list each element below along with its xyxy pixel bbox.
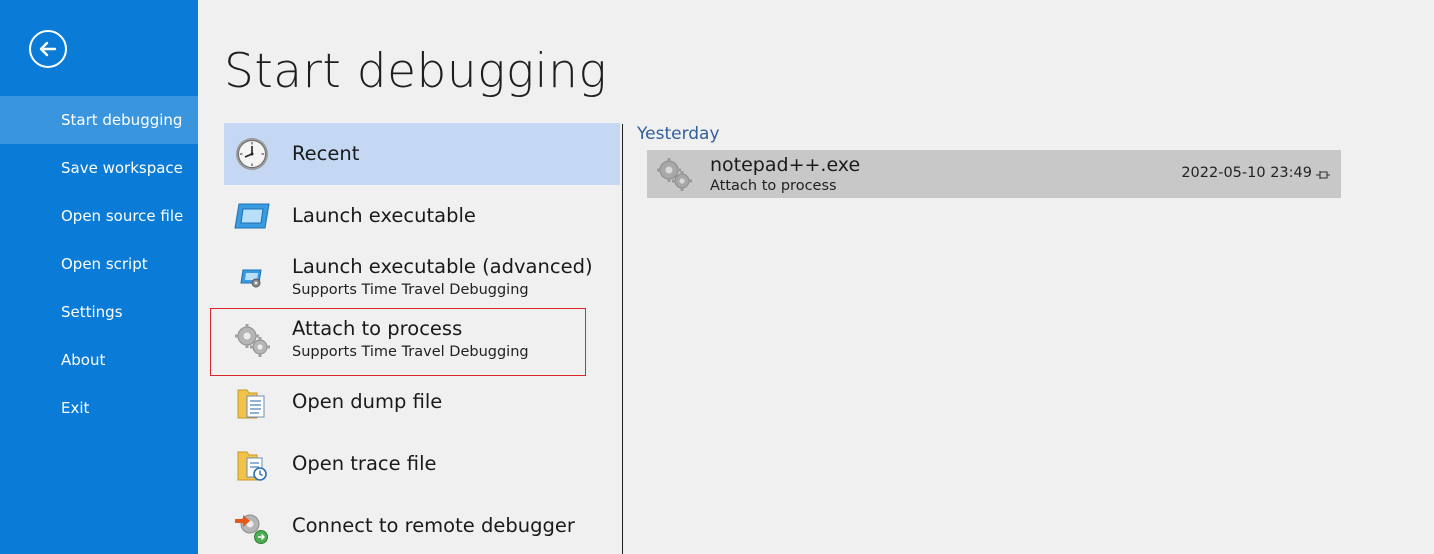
- sidebar-item-open-source-file[interactable]: Open source file: [0, 192, 198, 240]
- gears-icon: [655, 156, 695, 192]
- remote-connect-icon: [232, 508, 272, 544]
- back-button[interactable]: [29, 30, 67, 68]
- sidebar-item-save-workspace[interactable]: Save workspace: [0, 144, 198, 192]
- option-label: Recent: [292, 142, 360, 165]
- option-recent[interactable]: Recent: [224, 123, 620, 185]
- back-arrow-icon: [39, 41, 57, 57]
- option-label: Attach to process: [292, 317, 463, 340]
- panel-divider: [622, 124, 623, 554]
- sidebar-item-about[interactable]: About: [0, 336, 198, 384]
- recent-item-date: 2022-05-10 23:49: [1181, 165, 1312, 181]
- option-launch-executable-advanced[interactable]: Launch executable (advanced) Supports Ti…: [224, 247, 620, 309]
- sidebar-item-exit[interactable]: Exit: [0, 384, 198, 432]
- folder-document-icon: [232, 384, 272, 420]
- option-label: Open dump file: [292, 390, 443, 413]
- sidebar-item-settings[interactable]: Settings: [0, 288, 198, 336]
- recent-item-name: notepad++.exe: [710, 154, 861, 176]
- sidebar-item-start-debugging[interactable]: Start debugging: [0, 96, 198, 144]
- folder-trace-icon: [232, 446, 272, 482]
- option-label: Open trace file: [292, 452, 437, 475]
- option-open-trace-file[interactable]: Open trace file: [224, 433, 620, 495]
- window-icon: [232, 198, 272, 234]
- option-label: Launch executable: [292, 204, 476, 227]
- option-attach-to-process[interactable]: Attach to process Supports Time Travel D…: [224, 309, 620, 371]
- option-sublabel: Supports Time Travel Debugging: [292, 282, 529, 298]
- recent-group-header: Yesterday: [637, 124, 720, 144]
- backstage-sidebar: Start debugging Save workspace Open sour…: [0, 0, 198, 554]
- recent-item-action: Attach to process: [710, 178, 837, 194]
- option-label: Connect to remote debugger: [292, 514, 575, 537]
- option-launch-executable[interactable]: Launch executable: [224, 185, 620, 247]
- app-window: Start debugging Save workspace Open sour…: [0, 0, 1434, 554]
- option-label: Launch executable (advanced): [292, 255, 593, 278]
- option-sublabel: Supports Time Travel Debugging: [292, 344, 529, 360]
- recent-item[interactable]: notepad++.exe Attach to process 2022-05-…: [647, 150, 1341, 198]
- gears-icon: [232, 322, 272, 358]
- pin-icon[interactable]: [1315, 167, 1331, 181]
- option-connect-remote-debugger[interactable]: Connect to remote debugger: [224, 495, 620, 554]
- window-gear-icon: [232, 260, 272, 296]
- clock-icon: [232, 136, 272, 172]
- page-title: Start debugging: [224, 44, 608, 99]
- option-open-dump-file[interactable]: Open dump file: [224, 371, 620, 433]
- sidebar-item-open-script[interactable]: Open script: [0, 240, 198, 288]
